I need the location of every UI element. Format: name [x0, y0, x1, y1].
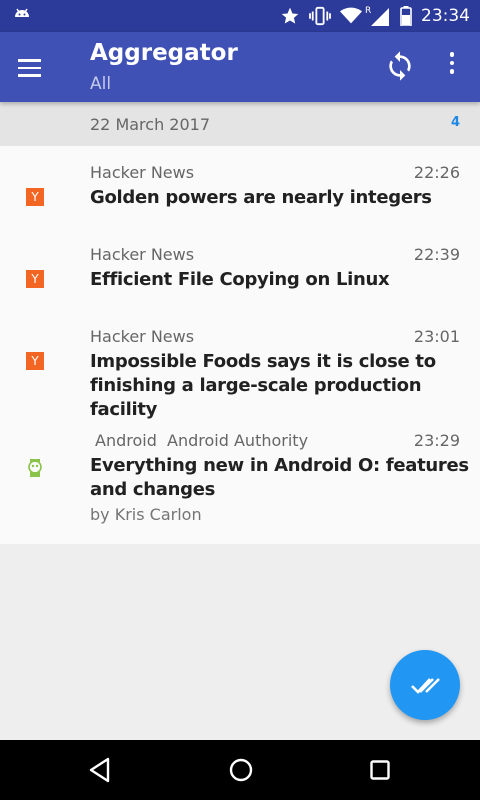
signal-indicator: R	[365, 6, 391, 26]
hacker-news-icon: Y	[26, 270, 44, 288]
signal-icon	[371, 8, 389, 26]
date-group-header: 22 March 2017 4	[0, 102, 480, 146]
feed-list: Y Hacker News 22:26 Golden powers are ne…	[0, 146, 480, 544]
item-headline: Golden powers are nearly integers	[90, 187, 432, 208]
item-source: Hacker News	[90, 245, 195, 264]
home-icon[interactable]	[228, 757, 254, 783]
item-headline: Efficient File Copying on Linux	[90, 269, 390, 290]
item-count-badge: 4	[450, 115, 460, 130]
item-author: by Kris Carlon	[90, 505, 202, 524]
status-clock: 23:34	[421, 6, 470, 26]
recents-icon[interactable]	[370, 760, 390, 780]
date-label: 22 March 2017	[90, 115, 211, 134]
item-source: Hacker News	[90, 327, 195, 346]
menu-icon[interactable]	[18, 50, 54, 86]
item-time: 22:39	[413, 245, 460, 264]
app-bar: Aggregator All	[0, 32, 480, 102]
vibrate-icon	[309, 6, 331, 26]
refresh-icon[interactable]	[384, 50, 416, 82]
hacker-news-icon: Y	[26, 188, 44, 206]
wifi-icon	[340, 7, 362, 24]
back-icon[interactable]	[88, 757, 112, 783]
list-item[interactable]: Y Hacker News 23:01 Impossible Foods say…	[0, 310, 480, 420]
star-icon	[281, 7, 299, 24]
list-item[interactable]: Y Hacker News 22:26 Golden powers are ne…	[0, 146, 480, 228]
hacker-news-icon: Y	[26, 352, 44, 370]
overflow-menu-icon[interactable]	[442, 52, 462, 84]
mark-all-read-button[interactable]	[390, 650, 460, 720]
mark-all-read-icon	[411, 678, 440, 694]
status-bar: R 23:34	[0, 0, 480, 32]
item-time: 22:26	[413, 163, 460, 182]
item-headline: Impossible Foods says it is close to fin…	[90, 351, 436, 420]
item-source: Hacker News	[90, 163, 195, 182]
item-source: Android Android Authority	[95, 431, 309, 450]
list-item[interactable]: Android Android Authority 23:29 Everythi…	[0, 414, 480, 544]
app-subtitle: All	[90, 74, 112, 94]
android-icon	[14, 8, 30, 25]
item-headline: Everything new in Android O: features an…	[90, 455, 469, 500]
navigation-bar	[0, 740, 480, 800]
android-authority-icon	[28, 459, 42, 477]
battery-icon	[400, 6, 412, 26]
app-title: Aggregator	[90, 40, 238, 66]
item-time: 23:01	[413, 327, 460, 346]
roaming-label: R	[365, 6, 372, 16]
item-time: 23:29	[413, 431, 460, 450]
list-item[interactable]: Y Hacker News 22:39 Efficient File Copyi…	[0, 228, 480, 310]
